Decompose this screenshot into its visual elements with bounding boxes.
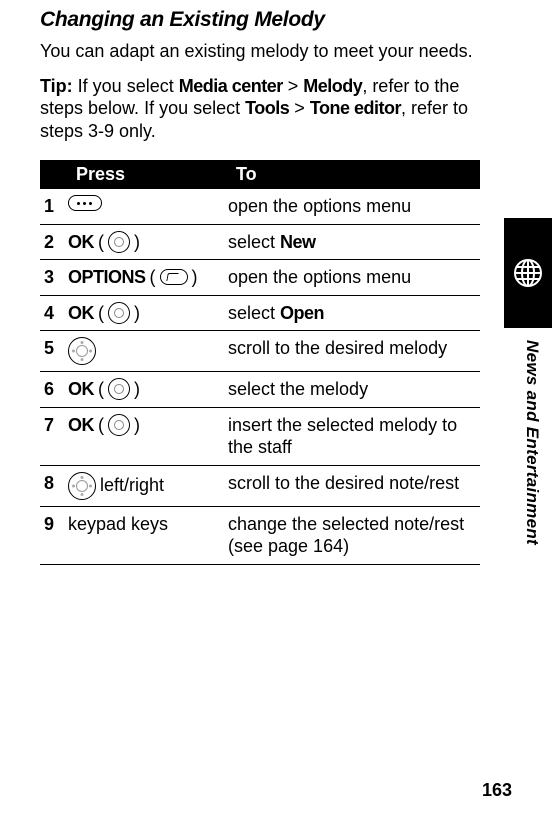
table-row: 9 keypad keys change the selected note/r… [40,506,480,564]
sep: > [289,98,310,118]
side-label-text: News and Entertainment [522,340,542,545]
to-bold: New [280,232,316,252]
softkey-icon [160,269,188,285]
paren: ( [98,414,104,437]
press-cell [68,189,228,224]
menu-key-icon [68,195,102,211]
to-cell: select the melody [228,372,480,408]
table-row: 4 OK ( ) select Open [40,295,480,331]
sep: > [283,76,304,96]
tip-paragraph: Tip: If you select Media center > Melody… [40,75,480,143]
press-cell: OK ( ) [68,372,228,408]
col-num-header [40,160,68,189]
globe-icon [512,257,544,289]
to-cell: change the selected note/rest (see page … [228,506,480,564]
select-key-icon [108,378,130,400]
paren: ( [98,231,104,254]
step-number: 4 [40,295,68,331]
dpad-icon [68,472,96,500]
press-cell: OK ( ) [68,295,228,331]
paren: ) [134,231,140,254]
section-heading: Changing an Existing Melody [40,8,480,32]
paren: ( [150,266,156,289]
page: Changing an Existing Melody You can adap… [0,0,552,819]
softkey-label: OK [68,231,94,254]
to-cell: scroll to the desired melody [228,331,480,372]
softkey-label: OK [68,378,94,401]
paren: ( [98,302,104,325]
table-row: 8 left/right scroll to the desired note/… [40,465,480,506]
intro-text: You can adapt an existing melody to meet… [40,40,480,63]
menu-path-item: Tone editor [310,98,401,118]
press-text: left/right [100,474,164,497]
step-number: 2 [40,224,68,260]
to-text: select [228,232,280,252]
page-number: 163 [482,780,512,801]
col-to-header: To [228,160,480,189]
to-cell: open the options menu [228,260,480,296]
press-cell: keypad keys [68,506,228,564]
step-number: 9 [40,506,68,564]
step-number: 3 [40,260,68,296]
to-cell: select Open [228,295,480,331]
softkey-label: OPTIONS [68,266,146,289]
table-row: 6 OK ( ) select the melody [40,372,480,408]
to-cell: scroll to the desired note/rest [228,465,480,506]
steps-table: Press To 1 open the options menu 2 [40,160,480,565]
menu-path-item: Melody [303,76,362,96]
step-number: 6 [40,372,68,408]
menu-path-item: Media center [179,76,283,96]
tip-text: If you select [73,76,179,96]
content-area: Changing an Existing Melody You can adap… [0,0,552,565]
table-row: 2 OK ( ) select New [40,224,480,260]
step-number: 7 [40,407,68,465]
table-header-row: Press To [40,160,480,189]
softkey-label: OK [68,414,94,437]
to-text: select [228,303,280,323]
step-number: 8 [40,465,68,506]
to-bold: Open [280,303,324,323]
step-number: 1 [40,189,68,224]
softkey-label: OK [68,302,94,325]
press-cell: OPTIONS ( ) [68,260,228,296]
press-cell: OK ( ) [68,407,228,465]
paren: ( [98,378,104,401]
dpad-icon [68,337,96,365]
tip-label: Tip: [40,76,73,96]
table-row: 3 OPTIONS ( ) open the options menu [40,260,480,296]
press-cell: OK ( ) [68,224,228,260]
step-number: 5 [40,331,68,372]
side-tab [504,218,552,328]
to-cell: insert the selected melody to the staff [228,407,480,465]
select-key-icon [108,302,130,324]
paren: ) [192,266,198,289]
press-cell: left/right [68,465,228,506]
menu-path-item: Tools [245,98,289,118]
select-key-icon [108,231,130,253]
press-cell [68,331,228,372]
table-row: 1 open the options menu [40,189,480,224]
select-key-icon [108,414,130,436]
table-row: 7 OK ( ) insert the selected melody to t… [40,407,480,465]
paren: ) [134,302,140,325]
to-cell: select New [228,224,480,260]
side-label: News and Entertainment [522,340,542,600]
table-row: 5 scroll to the desired melody [40,331,480,372]
paren: ) [134,378,140,401]
paren: ) [134,414,140,437]
col-press-header: Press [68,160,228,189]
to-cell: open the options menu [228,189,480,224]
